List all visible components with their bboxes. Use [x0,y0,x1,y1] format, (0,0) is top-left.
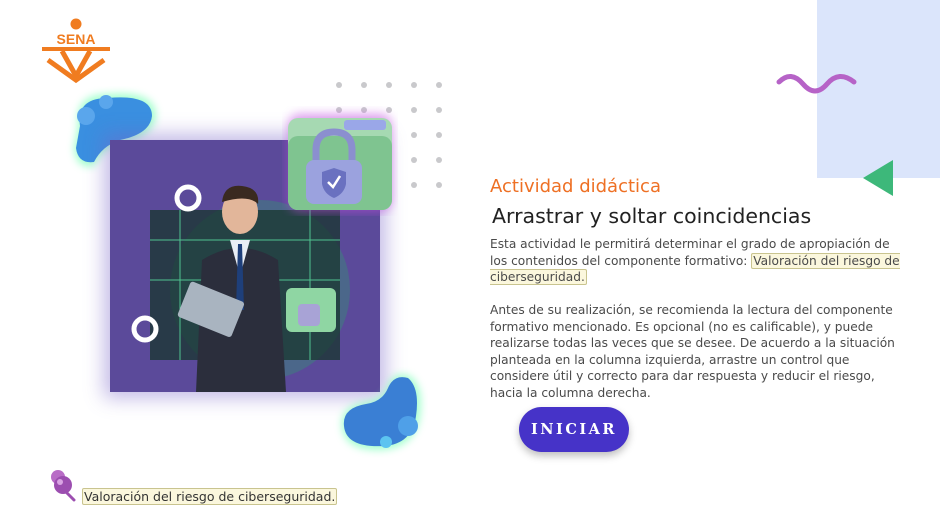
wave-decoration [776,74,857,94]
start-button[interactable]: INICIAR [519,407,629,452]
intro-paragraph: Esta actividad le permitirá determinar e… [490,236,908,286]
pin-icon [51,470,76,502]
blue-blob-bottom [341,374,421,451]
ring-decoration [174,184,202,212]
instructions-paragraph: Antes de su realización, se recomienda l… [490,303,895,400]
sena-logo: SENA [40,18,112,84]
logo-text: SENA [57,31,96,47]
lock-folder-icon [288,114,392,212]
footer-reference: Valoración del riesgo de ciberseguridad. [82,488,338,505]
ring-decoration [131,315,159,343]
page-title: Arrastrar y soltar coincidencias [492,204,812,228]
activity-kicker: Actividad didáctica [490,176,661,197]
triangle-decoration [863,160,893,196]
footer-reference-text: Valoración del riesgo de ciberseguridad. [82,488,338,505]
